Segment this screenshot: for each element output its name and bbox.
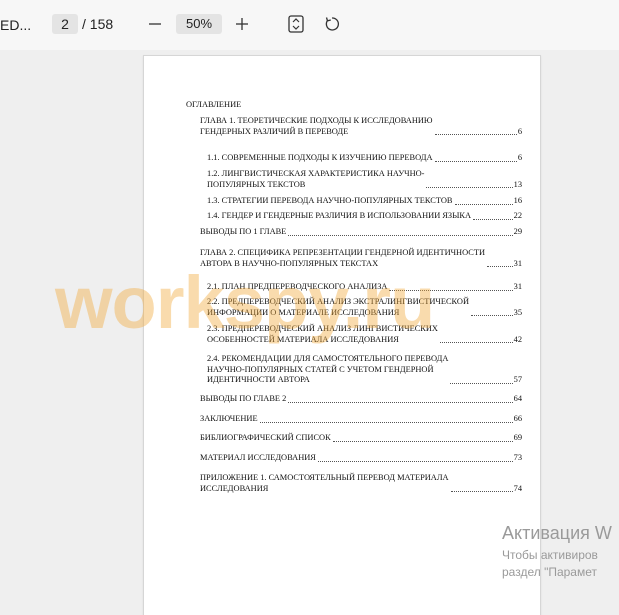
toc-entry: ЗАКЛЮЧЕНИЕ 66 [200, 414, 522, 425]
toc-leader-dots [473, 218, 513, 220]
toc-entry-page: 74 [513, 483, 522, 493]
toc-entry: МАТЕРИАЛ ИССЛЕДОВАНИЯ 73 [200, 453, 522, 464]
page-total: / 158 [82, 16, 114, 32]
toc-entry-page: 22 [513, 211, 522, 220]
toc-entry-page: 42 [513, 334, 522, 344]
pdf-toolbar: ED... 2 / 158 50% [0, 0, 619, 50]
toc-entry-page: 66 [513, 414, 522, 423]
document-title: ED... [0, 17, 32, 33]
toc-entry-page: 57 [513, 375, 522, 384]
toc-entry-title: 2.1. ПЛАН ПРЕДПЕРЕВОДЧЕСКОГО АНАЛИЗА [207, 282, 388, 291]
toc-entry-page: 31 [513, 258, 522, 268]
page-number-input[interactable]: 2 [52, 14, 78, 34]
toc-entry-title: ГЛАВА 2. СПЕЦИФИКА РЕПРЕЗЕНТАЦИИ ГЕНДЕРН… [200, 248, 486, 268]
toc-leader-dots [317, 460, 513, 462]
toc-leader-dots [426, 187, 513, 188]
toc-leader-dots [439, 342, 513, 343]
toc-leader-dots [332, 440, 513, 442]
toc-heading: ОГЛАВЛЕНИЕ [186, 100, 242, 109]
rotate-icon [325, 17, 340, 31]
toc-entry-page: 73 [513, 453, 522, 462]
toc-leader-dots [288, 234, 513, 236]
toc-leader-dots [450, 491, 513, 492]
toc-entry-page: 69 [513, 433, 522, 442]
zoom-level[interactable]: 50% [176, 14, 222, 34]
toc-entry-page: 29 [513, 227, 522, 236]
toc-leader-dots [434, 134, 517, 135]
toc-entry-page: 6 [517, 126, 522, 136]
toc-entry: 1.4. ГЕНДЕР И ГЕНДЕРНЫЕ РАЗЛИЧИЯ В ИСПОЛ… [207, 211, 522, 222]
toc-entry: ВЫВОДЫ ПО ГЛАВЕ 2 64 [200, 394, 522, 405]
toc-entry-title: МАТЕРИАЛ ИССЛЕДОВАНИЯ [200, 453, 316, 462]
toc-entry-title: 2.4. РЕКОМЕНДАЦИИ ДЛЯ САМОСТОЯТЕЛЬНОГО П… [207, 354, 449, 384]
rotate-button[interactable] [321, 13, 343, 35]
toc-entry-title: 1.2. ЛИНГВИСТИЧЕСКАЯ ХАРАКТЕРИСТИКА НАУЧ… [207, 169, 425, 189]
toc-leader-dots [288, 401, 513, 403]
toc-entry-title: БИБЛИОГРАФИЧЕСКИЙ СПИСОК [200, 433, 331, 442]
toc-entry-title: 1.1. СОВРЕМЕННЫЕ ПОДХОДЫ К ИЗУЧЕНИЮ ПЕРЕ… [207, 153, 433, 162]
toc-leader-dots [434, 160, 517, 162]
toc-entry-page: 35 [513, 307, 522, 317]
fit-page-button[interactable] [285, 13, 307, 35]
toc-leader-dots [471, 315, 513, 316]
toc-entry-title: ЗАКЛЮЧЕНИЕ [200, 414, 258, 423]
toc-leader-dots [454, 203, 513, 205]
toc-leader-dots [389, 289, 513, 291]
toc-entry-page: 16 [513, 196, 522, 205]
toc-entry: 2.3. ПРЕДПЕРЕВОДЧЕСКИЙ АНАЛИЗ ЛИНГВИСТИЧ… [207, 324, 522, 345]
toc-entry: 2.4. РЕКОМЕНДАЦИИ ДЛЯ САМОСТОЯТЕЛЬНОГО П… [207, 354, 522, 386]
toc-entry: ПРИЛОЖЕНИЕ 1. САМОСТОЯТЕЛЬНЫЙ ПЕРЕВОД МА… [200, 473, 522, 494]
toc-entry-page: 64 [513, 394, 522, 403]
toc-entry: 2.1. ПЛАН ПРЕДПЕРЕВОДЧЕСКОГО АНАЛИЗА 31 [207, 282, 522, 293]
toc-entry-page: 13 [513, 179, 522, 189]
toc-entry-title: ГЛАВА 1. ТЕОРЕТИЧЕСКИЕ ПОДХОДЫ К ИССЛЕДО… [200, 116, 433, 136]
toc-entry: ГЛАВА 1. ТЕОРЕТИЧЕСКИЕ ПОДХОДЫ К ИССЛЕДО… [200, 116, 522, 137]
toc-entry-page: 31 [513, 282, 522, 291]
fit-page-icon [288, 15, 304, 33]
toc-entry-page: 6 [517, 153, 522, 162]
zoom-out-button[interactable] [144, 13, 166, 35]
minus-icon [149, 23, 161, 25]
toc-leader-dots [450, 382, 513, 384]
toc-entry: БИБЛИОГРАФИЧЕСКИЙ СПИСОК 69 [200, 433, 522, 444]
toc-leader-dots [487, 266, 513, 267]
toc-entry: 1.1. СОВРЕМЕННЫЕ ПОДХОДЫ К ИЗУЧЕНИЮ ПЕРЕ… [207, 153, 522, 164]
toc-entry: 1.3. СТРАТЕГИИ ПЕРЕВОДА НАУЧНО-ПОПУЛЯРНЫ… [207, 196, 522, 207]
toc-entry-title: 1.3. СТРАТЕГИИ ПЕРЕВОДА НАУЧНО-ПОПУЛЯРНЫ… [207, 196, 453, 205]
toc-entry-title: ПРИЛОЖЕНИЕ 1. САМОСТОЯТЕЛЬНЫЙ ПЕРЕВОД МА… [200, 473, 449, 493]
windows-activation-notice: Активация W Чтобы активиров раздел "Пара… [502, 522, 612, 581]
plus-icon [236, 18, 248, 30]
toc-entry: 2.2. ПРЕДПЕРЕВОДЧЕСКИЙ АНАЛИЗ ЭКСТРАЛИНГ… [207, 297, 522, 318]
toc-entry-title: ВЫВОДЫ ПО 1 ГЛАВЕ [200, 227, 287, 236]
toc-entry-title: ВЫВОДЫ ПО ГЛАВЕ 2 [200, 394, 287, 403]
toc-entry-title: 2.2. ПРЕДПЕРЕВОДЧЕСКИЙ АНАЛИЗ ЭКСТРАЛИНГ… [207, 297, 470, 317]
toc-entry-title: 1.4. ГЕНДЕР И ГЕНДЕРНЫЕ РАЗЛИЧИЯ В ИСПОЛ… [207, 211, 472, 220]
activation-line-2: раздел "Парамет [502, 565, 597, 579]
toc-entry: 1.2. ЛИНГВИСТИЧЕСКАЯ ХАРАКТЕРИСТИКА НАУЧ… [207, 169, 522, 190]
activation-line-1: Чтобы активиров [502, 548, 598, 562]
toc-entry: ВЫВОДЫ ПО 1 ГЛАВЕ 29 [200, 227, 522, 238]
toc-entry: ГЛАВА 2. СПЕЦИФИКА РЕПРЕЗЕНТАЦИИ ГЕНДЕРН… [200, 248, 522, 269]
activation-title: Активация W [502, 523, 612, 543]
toc-leader-dots [259, 421, 513, 423]
toc-entry-title: 2.3. ПРЕДПЕРЕВОДЧЕСКИЙ АНАЛИЗ ЛИНГВИСТИЧ… [207, 324, 438, 344]
zoom-in-button[interactable] [231, 13, 253, 35]
